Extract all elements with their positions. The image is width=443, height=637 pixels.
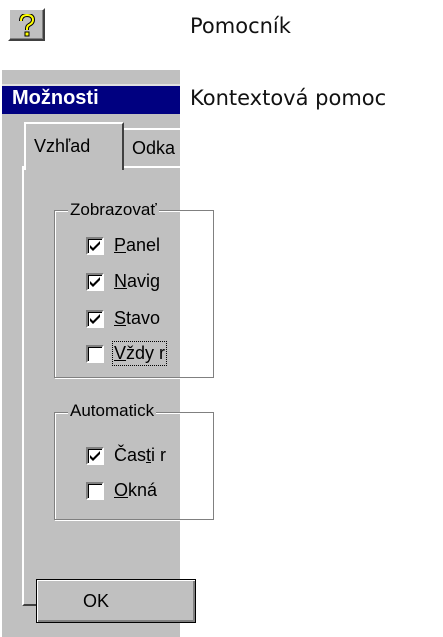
checkbox[interactable] [86,447,104,465]
tab-odkazy[interactable]: Odka [122,128,180,166]
checkbox-label: Vždy r [111,341,168,366]
context-help-caption: Kontextová pomoc [190,86,387,110]
checkbox[interactable] [86,273,104,291]
checkbox-label: Navig [114,271,161,291]
checkbox[interactable] [86,237,104,255]
checkmark-icon [90,314,100,324]
checkbox-label: Okná [114,480,158,500]
tab-vzhlad[interactable]: Vzhľad [24,122,124,170]
checkmark-icon [90,241,100,251]
question-mark-icon [19,14,36,37]
checkmark-icon [90,277,100,287]
dialog-titlebar[interactable]: Možnosti [2,84,180,114]
help-button-caption: Pomocník [190,14,291,38]
checkbox-label: Časti r [114,445,167,465]
checkbox-label: Panel [114,235,161,255]
checkbox[interactable] [86,310,104,328]
help-button[interactable] [8,8,45,41]
display-group-legend: Zobrazovať [68,200,159,220]
dialog-title: Možnosti [12,87,99,109]
automatic-groupbox [54,412,214,520]
automatic-group-legend: Automatick [68,401,157,421]
ok-button[interactable]: OK [36,579,196,623]
tab-label: Odka [132,138,176,158]
tab-label: Vzhľad [34,136,91,156]
checkbox[interactable] [86,345,104,363]
checkbox-label: Stavo [114,308,161,328]
checkbox[interactable] [86,482,104,500]
checkmark-icon [90,451,100,461]
